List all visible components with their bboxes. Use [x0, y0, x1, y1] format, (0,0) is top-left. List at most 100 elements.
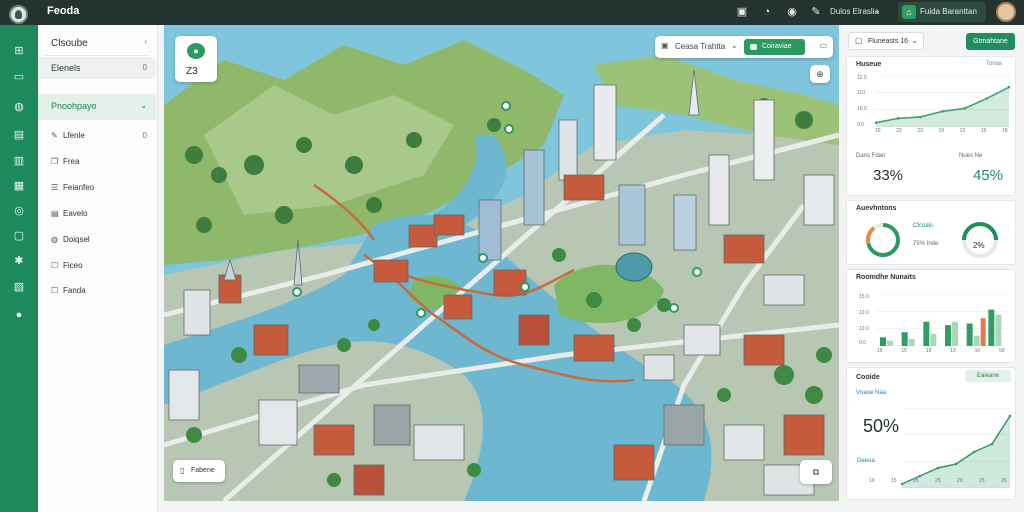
- edit-icon[interactable]: ✎: [809, 5, 823, 19]
- y-tick: 0.0: [859, 340, 866, 346]
- bar: [973, 335, 980, 346]
- chevron-down-icon: ⌄: [911, 36, 918, 45]
- gauge-label: Cfcoals: [913, 223, 934, 229]
- bar: [945, 325, 951, 346]
- zoom-card[interactable]: ● Z3: [175, 36, 217, 82]
- sidebar-item[interactable]: ☐ Fanda: [38, 280, 156, 302]
- help-icon[interactable]: ◉: [785, 5, 799, 19]
- lock-icon: ⌂: [902, 5, 916, 19]
- sidebar-item[interactable]: ◍ Doiqsel: [38, 229, 156, 251]
- bar: [880, 337, 886, 346]
- data-point: [954, 462, 958, 466]
- sidebar-item-label: Lfenle: [63, 131, 85, 140]
- x-tick: 25: [979, 478, 985, 484]
- avatar[interactable]: [996, 2, 1016, 22]
- search-input[interactable]: Ceasa Trahtta: [675, 42, 725, 51]
- y-tick: 15.0: [859, 294, 869, 300]
- compass-icon[interactable]: ✱: [11, 253, 27, 269]
- collapse-icon[interactable]: ‹: [144, 37, 147, 46]
- map-icon[interactable]: ▭: [11, 69, 27, 85]
- chevron-down-icon[interactable]: ⌄: [731, 41, 738, 50]
- book-icon[interactable]: ▥: [11, 153, 27, 169]
- x-tick: 23: [917, 128, 923, 134]
- data-point: [985, 97, 989, 100]
- locate-button[interactable]: ⊕: [810, 65, 830, 83]
- sidebar-item-label: Eavelo: [63, 209, 88, 218]
- bell-icon[interactable]: ◔: [760, 5, 774, 19]
- y-tick: 10.0: [859, 310, 869, 316]
- map-view[interactable]: ● Z3 ▣ Ceasa Trahtta ⌄ Coiraviae ▭ ⊕ ▯ F…: [164, 25, 839, 501]
- search-button[interactable]: Coiraviae: [744, 39, 805, 55]
- data-point: [963, 107, 966, 110]
- copy-icon: ❐: [51, 157, 59, 166]
- export-button[interactable]: Gtmahtane: [966, 33, 1015, 50]
- stat-value-right: 45%: [973, 167, 1004, 184]
- account-button[interactable]: ⌂ Fuida Baranttan: [898, 2, 986, 22]
- sidebar-title: Clsoube: [51, 38, 88, 49]
- sidebar-item[interactable]: ▤ Eavelo: [38, 203, 156, 225]
- grid-icon[interactable]: ⊞: [11, 43, 27, 59]
- image-icon[interactable]: ▦: [11, 178, 27, 194]
- layers-button[interactable]: ⧉: [800, 460, 832, 484]
- y-tick: 110: [857, 90, 865, 96]
- panel-title: Auevhntons: [856, 205, 897, 212]
- sidebar-item-label: Fanda: [63, 286, 86, 295]
- chevron-down-icon: ⌄: [140, 101, 147, 110]
- icon-rail: ⊞ ▭ ◍ ▤ ▥ ▦ ◎ ▢ ✱ ▧ ●: [0, 25, 38, 512]
- bar-highlight: [980, 318, 986, 346]
- sidebar-header[interactable]: Clsoube ‹: [38, 31, 156, 57]
- crosshair-icon: ⊕: [816, 69, 824, 79]
- report-icon[interactable]: ▧: [11, 279, 27, 295]
- count-badge: 0: [142, 63, 147, 72]
- layers-icon: ⧉: [812, 467, 820, 477]
- sidebar-item[interactable]: ❐ Frea: [38, 151, 156, 173]
- user-menu[interactable]: Dulos Elraslia: [830, 7, 879, 16]
- chat-icon[interactable]: ●: [11, 307, 27, 323]
- sidebar-item[interactable]: ☰ Feianfeo: [38, 177, 156, 199]
- x-tick: 15: [901, 348, 907, 354]
- trend-area-chart: [875, 75, 1010, 127]
- monitor-icon[interactable]: ▢: [11, 228, 27, 244]
- panel-title: Huseue: [856, 61, 882, 68]
- bar: [930, 333, 937, 346]
- x-tick: 19: [950, 348, 956, 354]
- x-tick: 18: [1002, 128, 1008, 134]
- panel-title: Roomdhe Nunaits: [856, 274, 916, 281]
- sidebar-item[interactable]: ☐ Ficeo: [38, 255, 156, 277]
- sidebar-item-active[interactable]: Pnoohpayo ⌄: [38, 94, 156, 120]
- trend-label: Deeoa: [857, 458, 875, 464]
- bar: [887, 340, 893, 346]
- x-tick: 10: [869, 478, 875, 484]
- area-fill: [876, 87, 1009, 127]
- x-tick: 15: [891, 478, 897, 484]
- gauge-chart: [866, 223, 900, 257]
- bar: [966, 323, 973, 346]
- bar: [995, 314, 1002, 346]
- bar-panel: Roomdhe Nunaits 15.0 10.0 10.0 0.0 15 15 1…: [846, 269, 1016, 363]
- cart-icon[interactable]: ▣: [735, 5, 749, 19]
- top-bar: Feoda ▣ ◔ ◉ ✎ Dulos Elraslia ⌄ ⌂ Fuida B…: [0, 0, 1024, 25]
- sidebar-item-elenels[interactable]: Elenels 0: [38, 57, 156, 79]
- logo[interactable]: [9, 5, 28, 24]
- bar: [908, 339, 915, 346]
- chevron-down-icon[interactable]: ⌄: [874, 6, 881, 15]
- legend-button[interactable]: ▯ Fabene: [173, 460, 225, 482]
- globe-icon[interactable]: ◍: [11, 99, 27, 115]
- data-point: [919, 115, 922, 119]
- brand-title: Feoda: [47, 5, 80, 17]
- y-tick: 0.0: [857, 122, 864, 128]
- gauge-sub: 75% Inde: [913, 241, 939, 247]
- x-tick: 50: [999, 348, 1005, 354]
- location-icon[interactable]: ◎: [11, 203, 27, 219]
- date-selector[interactable]: ▢ Fluneasts 16 ⌄: [848, 32, 924, 50]
- y-tick: 10.0: [857, 106, 867, 112]
- account-label: Fuida Baranttan: [920, 7, 977, 16]
- more-icon[interactable]: ▭: [819, 41, 827, 50]
- data-point: [941, 110, 944, 113]
- legend-label: Fabene: [191, 467, 215, 474]
- sidebar: Clsoube ‹ Elenels 0 Pnoohpayo ⌄ ✎ Lfenle…: [38, 25, 158, 512]
- gauge-value: 2%: [973, 241, 985, 250]
- sidebar-item[interactable]: ✎ Lfenle 0: [38, 125, 156, 147]
- map-search-bar[interactable]: ▣ Ceasa Trahtta ⌄ Coiraviae ▭: [655, 36, 833, 58]
- chart-icon[interactable]: ▤: [11, 127, 27, 143]
